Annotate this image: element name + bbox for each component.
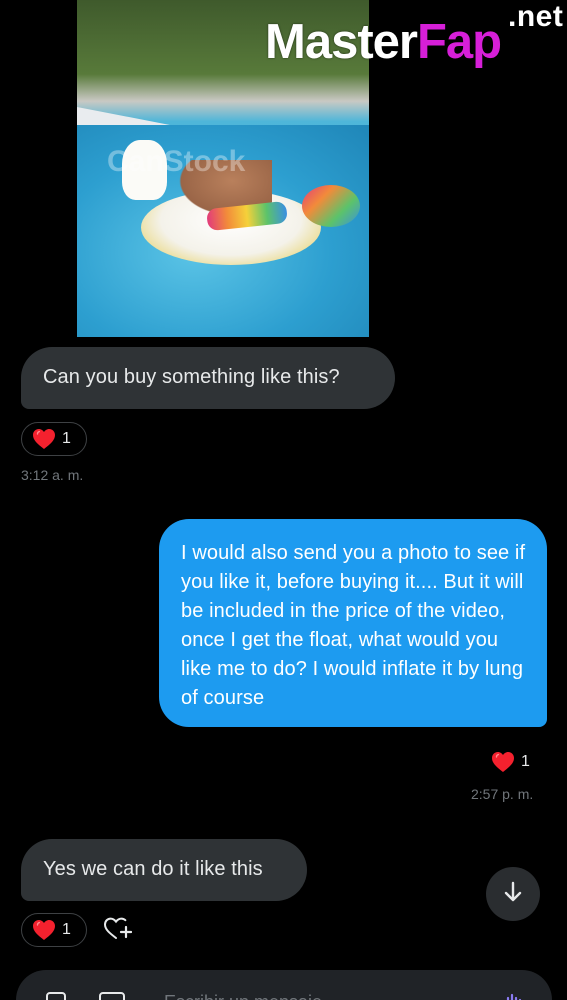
incoming-message-bubble[interactable]: Can you buy something like this?: [21, 347, 395, 409]
heart-icon: [491, 751, 515, 773]
image-upload-icon[interactable]: [44, 990, 68, 1000]
rainbow-tail: [302, 185, 360, 227]
voice-icon[interactable]: [502, 990, 526, 1000]
message-text: Yes we can do it like this: [43, 858, 263, 880]
message-text: Can you buy something like this?: [43, 366, 340, 388]
message-composer[interactable]: Escribir un mensaje: [16, 970, 552, 1000]
heart-icon: [32, 428, 56, 450]
site-logo-text: MasterFap: [265, 15, 502, 69]
message-timestamp: 3:12 a. m.: [21, 467, 84, 483]
reaction-pill[interactable]: 1: [21, 422, 87, 456]
reaction-count: 1: [62, 430, 71, 447]
add-reaction-icon: [102, 914, 133, 947]
reaction-count: 1: [62, 921, 71, 938]
site-logo: .net MasterFap: [265, 0, 567, 80]
site-logo-accent: Fap: [416, 15, 502, 69]
outgoing-message-bubble[interactable]: I would also send you a photo to see if …: [159, 519, 547, 727]
dm-conversation: CanStock .net MasterFap Can you buy some…: [0, 0, 567, 1000]
site-logo-suffix: .net: [508, 0, 564, 33]
arrow-down-icon: [501, 880, 525, 909]
reaction-pill[interactable]: 1: [491, 745, 543, 779]
message-timestamp: 2:57 p. m.: [471, 786, 534, 802]
add-reaction-button[interactable]: [100, 913, 134, 947]
reaction-count: 1: [521, 753, 530, 770]
scroll-to-bottom-button[interactable]: [486, 867, 540, 921]
message-text: I would also send you a photo to see if …: [181, 542, 526, 709]
incoming-message-bubble[interactable]: Yes we can do it like this: [21, 839, 307, 901]
site-logo-main: Master: [265, 15, 418, 69]
photo-watermark: CanStock: [107, 145, 246, 178]
composer-input[interactable]: Escribir un mensaje: [164, 992, 322, 1000]
reaction-pill[interactable]: 1: [21, 913, 87, 947]
heart-icon: [32, 919, 56, 941]
gif-icon[interactable]: [98, 990, 125, 1000]
